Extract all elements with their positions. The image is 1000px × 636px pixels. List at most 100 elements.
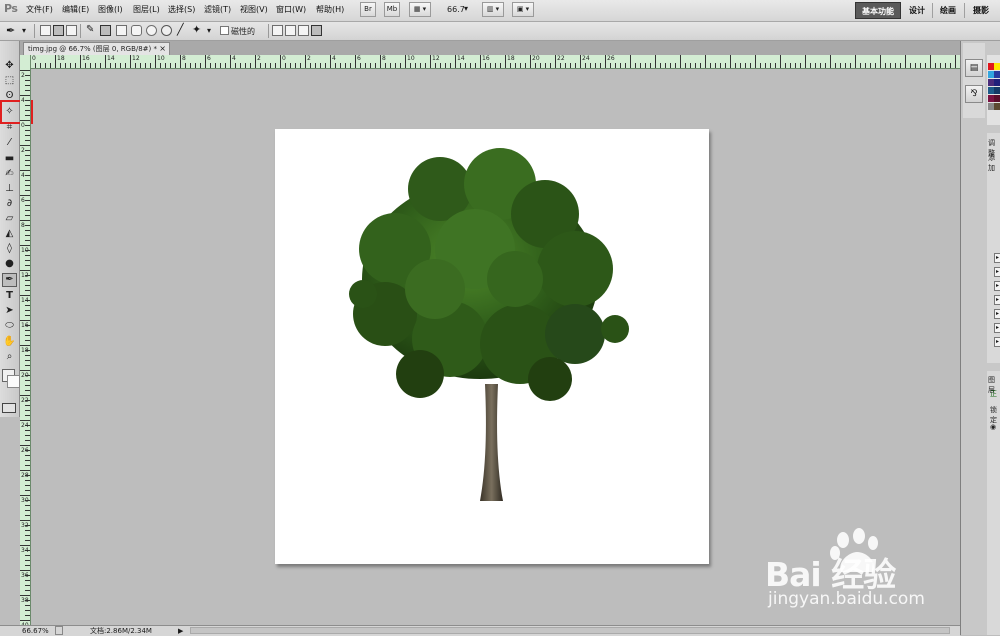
ruler-tick: [945, 63, 946, 68]
swatch[interactable]: [994, 79, 1000, 86]
paint-bucket-tool-icon[interactable]: ◭: [2, 227, 17, 241]
status-icon[interactable]: [55, 626, 63, 635]
healing-brush-tool-icon[interactable]: ▬: [2, 152, 17, 166]
magnetic-checkbox[interactable]: [220, 26, 229, 35]
blur-tool-icon[interactable]: ◊: [2, 242, 17, 256]
properties-panel-icon[interactable]: ⅋: [965, 85, 983, 103]
history-panel-icon[interactable]: ▤: [965, 59, 983, 77]
pen-tool-icon[interactable]: ✒: [2, 273, 17, 287]
menu-help[interactable]: 帮助(H): [316, 4, 344, 15]
menu-view[interactable]: 视图(V): [240, 4, 268, 15]
path-intersect-button[interactable]: [298, 25, 309, 36]
ruler-label: 16: [82, 55, 90, 62]
adjustment-preset-item[interactable]: ▸: [994, 281, 1000, 291]
brush-tool-icon[interactable]: ✍: [2, 167, 17, 181]
menu-edit[interactable]: 编辑(E): [62, 4, 89, 15]
path-selection-tool-icon[interactable]: ➤: [2, 304, 17, 318]
workspace-photography[interactable]: 摄影: [967, 2, 995, 19]
adjustment-preset-item[interactable]: ▸: [994, 323, 1000, 333]
workspace-painting[interactable]: 绘画: [934, 2, 962, 19]
eraser-tool-icon[interactable]: ▱: [2, 212, 17, 226]
blend-mode-select[interactable]: 正: [990, 389, 997, 399]
view-extras-button[interactable]: ▦ ▾: [409, 2, 431, 17]
background-color-swatch[interactable]: [7, 375, 20, 388]
menu-filter[interactable]: 滤镜(T): [204, 4, 231, 15]
close-icon[interactable]: ×: [159, 43, 166, 55]
adjustment-preset-item[interactable]: ▸: [994, 309, 1000, 319]
freeform-pen-button[interactable]: [100, 25, 111, 36]
vertical-ruler[interactable]: 240246810121416182022242628303234363840: [20, 55, 31, 625]
swatch[interactable]: [994, 103, 1000, 110]
ruler-tick: [25, 615, 30, 616]
document-canvas[interactable]: [275, 129, 709, 564]
line-shape-icon[interactable]: ╱: [177, 23, 184, 36]
ruler-tick: [70, 63, 71, 68]
ruler-tick: [25, 115, 30, 116]
divider: [80, 24, 81, 38]
ruler-tick: [25, 80, 30, 81]
menu-file[interactable]: 文件(F): [26, 4, 53, 15]
swatches-panel[interactable]: [987, 55, 1000, 125]
arrange-documents-button[interactable]: ▥ ▾: [482, 2, 504, 17]
ruler-tick: [715, 63, 716, 68]
swatch[interactable]: [994, 71, 1000, 78]
menu-select[interactable]: 选择(S): [168, 4, 195, 15]
workspace-design[interactable]: 设计: [903, 2, 931, 19]
custom-shape-icon[interactable]: ✦: [192, 23, 201, 36]
zoom-tool-icon[interactable]: ⌕: [2, 350, 17, 364]
ellipse-tool-icon[interactable]: ⬭: [2, 319, 17, 333]
adjustment-preset-item[interactable]: ▸: [994, 253, 1000, 263]
ruler-tick: [20, 95, 30, 96]
move-tool-icon[interactable]: ✥: [2, 59, 17, 73]
menu-layer[interactable]: 图层(L): [133, 4, 160, 15]
zoom-level[interactable]: 66.7: [447, 5, 465, 14]
menu-image[interactable]: 图像(I): [98, 4, 123, 15]
type-tool-icon[interactable]: T: [2, 289, 17, 303]
menu-window[interactable]: 窗口(W): [276, 4, 306, 15]
shape-layers-button[interactable]: [40, 25, 51, 36]
ruler-tick: [865, 63, 866, 68]
ruler-tick: [20, 620, 30, 621]
baidu-watermark: Bai 经验 jingyan.baidu.com: [765, 528, 955, 618]
polygon-shape-button[interactable]: [161, 25, 172, 36]
swatch[interactable]: [994, 87, 1000, 94]
adjustment-preset-item[interactable]: ▸: [994, 295, 1000, 305]
pen-icon[interactable]: ✎: [86, 24, 94, 35]
workspace-essentials[interactable]: 基本功能: [855, 2, 901, 19]
adjustment-preset-item[interactable]: ▸: [994, 337, 1000, 347]
eyedropper-tool-icon[interactable]: ⁄: [2, 136, 17, 150]
adjustment-preset-item[interactable]: ▸: [994, 267, 1000, 277]
hand-tool-icon[interactable]: ✋: [2, 335, 17, 349]
ellipse-shape-button[interactable]: [146, 25, 157, 36]
rectangle-shape-button[interactable]: [116, 25, 127, 36]
screen-mode-button[interactable]: ▣ ▾: [512, 2, 534, 17]
history-brush-tool-icon[interactable]: ∂: [2, 197, 17, 211]
ruler-label: 16: [21, 322, 29, 329]
clone-stamp-tool-icon[interactable]: ⊥: [2, 182, 17, 196]
ruler-tick: [570, 63, 571, 68]
marquee-tool-icon[interactable]: ⬚: [2, 74, 17, 88]
swatch[interactable]: [994, 95, 1000, 102]
pen-tool-preset-icon[interactable]: ✒: [6, 24, 15, 37]
ruler-tick: [115, 63, 116, 68]
fill-pixels-button[interactable]: [66, 25, 77, 36]
swatch[interactable]: [994, 63, 1000, 70]
ruler-tick: [25, 580, 30, 581]
paths-button[interactable]: [53, 25, 64, 36]
dodge-tool-icon[interactable]: ●: [2, 257, 17, 271]
horizontal-ruler[interactable]: 0 18 16 14 12 10 8 6 4 2 0 2 4 6 8 10 12 14 16 18 20 22 24 26: [20, 55, 960, 69]
path-exclude-button[interactable]: [311, 25, 322, 36]
quick-mask-icon[interactable]: [2, 403, 16, 413]
rounded-rectangle-button[interactable]: [131, 25, 142, 36]
mini-bridge-button[interactable]: Mb: [384, 2, 400, 17]
eye-icon[interactable]: ◉: [990, 423, 996, 431]
path-add-button[interactable]: [272, 25, 283, 36]
chevron-down-icon[interactable]: ▾: [464, 4, 468, 13]
chevron-down-icon[interactable]: ▾: [207, 26, 211, 35]
chevron-down-icon[interactable]: ▾: [22, 26, 26, 35]
document-tab[interactable]: timg.jpg @ 66.7% (图层 0, RGB/8#) * ×: [23, 42, 170, 55]
horizontal-scrollbar[interactable]: [190, 627, 950, 634]
path-subtract-button[interactable]: [285, 25, 296, 36]
ruler-tick: [25, 590, 30, 591]
bridge-button[interactable]: Br: [360, 2, 376, 17]
